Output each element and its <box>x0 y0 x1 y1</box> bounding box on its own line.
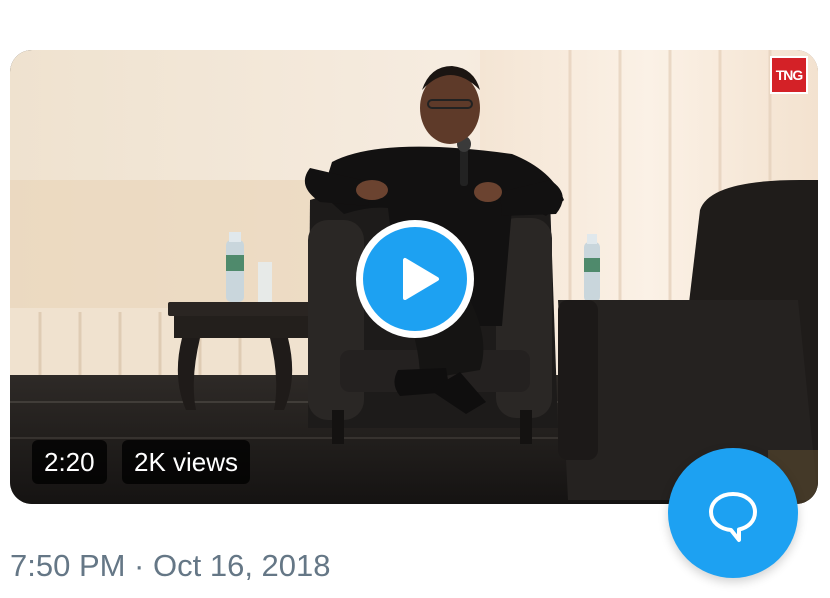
channel-watermark-logo: TNG <box>770 56 808 94</box>
reply-fab-button[interactable] <box>668 448 798 578</box>
reply-bubble-icon <box>709 492 757 542</box>
play-button[interactable] <box>356 220 474 338</box>
tweet-media-view: TNG 2:20 2K views 7:50 PM · Oct 16, 2018 <box>0 0 830 598</box>
video-views-badge: 2K views <box>122 440 251 484</box>
video-player[interactable]: TNG 2:20 2K views <box>10 50 818 504</box>
play-icon <box>363 227 467 331</box>
video-duration-badge: 2:20 <box>32 440 107 484</box>
tweet-timestamp[interactable]: 7:50 PM · Oct 16, 2018 <box>10 548 331 584</box>
